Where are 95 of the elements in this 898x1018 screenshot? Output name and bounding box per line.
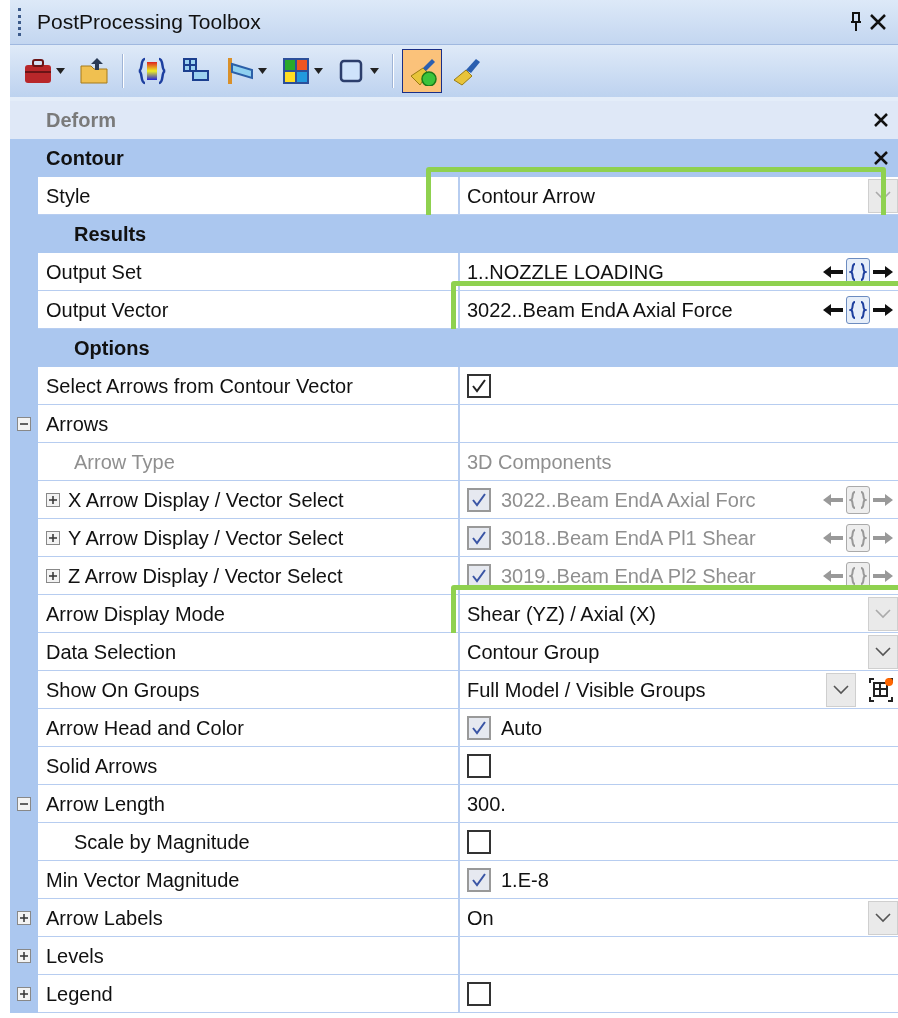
braces-icon	[849, 489, 867, 510]
property-value: On	[467, 905, 494, 931]
braces-icon	[849, 565, 867, 586]
arrow-left-icon	[822, 492, 844, 507]
property-value: 1..NOZZLE LOADING	[467, 259, 664, 285]
group-select-icon	[868, 676, 894, 703]
expand-icon[interactable]	[17, 987, 31, 1001]
arrow-right-icon	[872, 568, 894, 583]
property-label: Solid Arrows	[46, 753, 158, 779]
caret-icon	[258, 68, 267, 74]
collapse-icon[interactable]	[17, 417, 31, 431]
caret-icon	[314, 68, 323, 74]
braces-icon	[849, 261, 867, 282]
close-icon	[873, 112, 889, 128]
arrow-left-icon	[822, 530, 844, 545]
close-icon	[873, 150, 889, 166]
arrow-right-icon	[872, 264, 894, 279]
previous-button[interactable]	[822, 264, 844, 279]
property-value: 3D Components	[467, 449, 612, 475]
property-value: 1.E-8	[501, 867, 549, 893]
property-label: Select Arrows from Contour Vector	[46, 373, 353, 399]
arrow-right-icon	[872, 492, 894, 507]
close-icon	[869, 13, 887, 31]
group-label: Results	[74, 222, 147, 247]
brush-icon	[451, 56, 481, 86]
property-label: Data Selection	[46, 639, 177, 665]
caret-icon	[56, 68, 65, 74]
property-label: Output Vector	[46, 297, 169, 323]
braces-icon	[849, 527, 867, 548]
property-label: Levels	[46, 943, 104, 969]
property-value: 3019..Beam EndA Pl2 Shear	[501, 563, 756, 589]
groups-button[interactable]	[868, 676, 894, 703]
property-value: Full Model / Visible Groups	[467, 677, 706, 703]
checkbox[interactable]	[467, 753, 491, 778]
property-value: Contour Arrow	[467, 183, 595, 209]
property-label: Arrow Head and Color	[46, 715, 244, 741]
checkbox[interactable]	[467, 981, 491, 1006]
collapse-icon[interactable]	[17, 797, 31, 811]
previous-button[interactable]	[822, 302, 844, 317]
chevron-down-icon	[875, 190, 891, 201]
property-label: Output Set	[46, 259, 142, 285]
color-grid-icon	[281, 56, 311, 86]
property-label: Arrow Labels	[46, 905, 163, 931]
property-label: Show On Groups	[46, 677, 200, 703]
expand-icon[interactable]	[17, 911, 31, 925]
property-label: Arrows	[46, 411, 109, 437]
braces-button[interactable]	[846, 295, 870, 324]
property-value: 3022..Beam EndA Axial Force	[467, 297, 733, 323]
property-label: Min Vector Magnitude	[46, 867, 240, 893]
arrow-left-icon	[822, 264, 844, 279]
checkbox[interactable]	[467, 867, 491, 892]
dropdown-button[interactable]	[868, 634, 898, 669]
group-label: Options	[74, 336, 150, 361]
property-label: Arrow Type	[74, 449, 175, 475]
next-button[interactable]	[872, 302, 894, 317]
chevron-down-icon	[875, 646, 891, 657]
property-value: Shear (YZ) / Axial (X)	[467, 601, 656, 627]
property-value: 3018..Beam EndA Pl1 Shear	[501, 525, 756, 551]
arrow-left-icon	[822, 302, 844, 317]
section-title: Deform	[46, 108, 116, 133]
property-label: X Arrow Display / Vector Select	[68, 487, 344, 513]
property-value: Contour Group	[467, 639, 600, 665]
checkbox[interactable]	[467, 373, 491, 398]
property-label: Style	[46, 183, 91, 209]
pin-icon	[849, 12, 863, 32]
dropdown-button[interactable]	[868, 900, 898, 935]
arrow-left-icon	[822, 568, 844, 583]
next-button[interactable]	[872, 264, 894, 279]
property-label: Legend	[46, 981, 113, 1007]
braces-icon	[137, 56, 167, 86]
flag-icon	[225, 56, 255, 86]
braces-icon	[849, 299, 867, 320]
property-label: Arrow Length	[46, 791, 165, 817]
panel-title: PostProcessing Toolbox	[37, 9, 262, 36]
dropdown-button[interactable]	[826, 672, 856, 707]
property-value: 3022..Beam EndA Axial Forc	[501, 487, 756, 513]
chevron-down-icon	[833, 684, 849, 695]
checkbox[interactable]	[467, 715, 491, 740]
property-value: Auto	[501, 715, 543, 741]
arrow-right-icon	[872, 302, 894, 317]
caret-icon	[370, 68, 379, 74]
property-value: 300.	[467, 791, 506, 817]
arrow-right-icon	[872, 530, 894, 545]
checkbox[interactable]	[467, 829, 491, 854]
chevron-down-icon	[875, 608, 891, 619]
section-title: Contour	[46, 146, 124, 171]
property-label: Scale by Magnitude	[74, 829, 250, 855]
toolbox-icon	[23, 56, 53, 86]
expand-icon[interactable]	[17, 949, 31, 963]
chevron-down-icon	[875, 912, 891, 923]
property-label: Z Arrow Display / Vector Select	[68, 563, 343, 589]
folder-icon	[79, 56, 109, 86]
brush-ball-button[interactable]	[402, 49, 442, 93]
property-label: Y Arrow Display / Vector Select	[68, 525, 344, 551]
property-label: Arrow Display Mode	[46, 601, 225, 627]
